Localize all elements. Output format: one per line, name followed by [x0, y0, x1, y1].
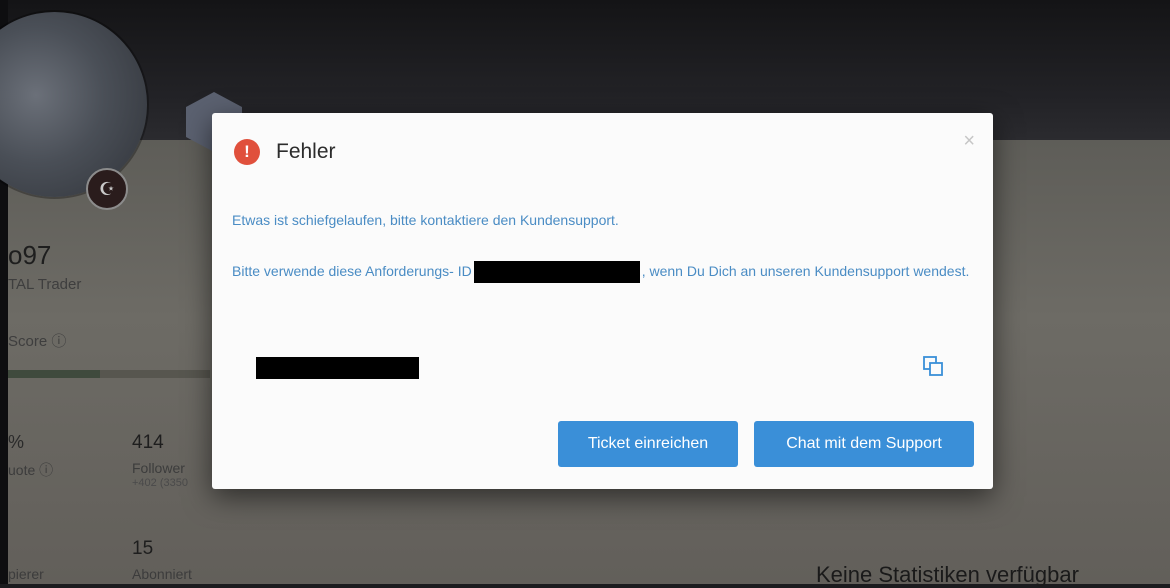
redacted-request-id — [473, 261, 640, 284]
profile-role: TAL Trader — [8, 276, 82, 293]
no-stats-message: Keine Statistiken verfügbar — [816, 562, 1079, 587]
error-message: Etwas ist schiefgelaufen, bitte kontakti… — [232, 212, 619, 228]
gain-value: % — [8, 432, 25, 452]
quote-label: uote ⓘ — [8, 462, 54, 478]
copiers-label: pierer — [8, 566, 44, 582]
dialog-title: Fehler — [276, 140, 336, 163]
followers-change: +402 (3350 — [132, 477, 188, 489]
followers-count: 414 — [132, 432, 164, 453]
dialog-header: ! Fehler — [234, 139, 336, 165]
chat-support-button[interactable]: Chat mit dem Support — [754, 421, 974, 467]
subscribed-label: Abonniert — [132, 566, 192, 582]
subscribed-count: 15 — [132, 538, 154, 559]
copy-icon[interactable] — [922, 355, 944, 377]
followers-label: Follower — [132, 460, 185, 476]
request-id-message: Bitte verwende diese Anforderungs- ID , w… — [232, 258, 972, 284]
score-bar-fill — [8, 370, 100, 378]
score-label: Score ⓘ — [8, 333, 67, 350]
error-exclamation-icon: ! — [234, 139, 260, 165]
request-id-message-suffix: , wenn Du Dich an unseren Kundensupport … — [641, 263, 970, 279]
close-button[interactable]: × — [963, 131, 975, 151]
country-flag-icon: ☪ — [86, 168, 128, 210]
redacted-request-id-field — [256, 357, 419, 379]
submit-ticket-button[interactable]: Ticket einreichen — [558, 421, 738, 467]
score-bar-track — [100, 370, 210, 378]
error-dialog: ! Fehler × Etwas ist schiefgelaufen, bit… — [212, 113, 993, 489]
profile-username: o97 — [8, 240, 52, 270]
request-id-message-prefix: Bitte verwende diese Anforderungs- ID — [232, 263, 472, 279]
